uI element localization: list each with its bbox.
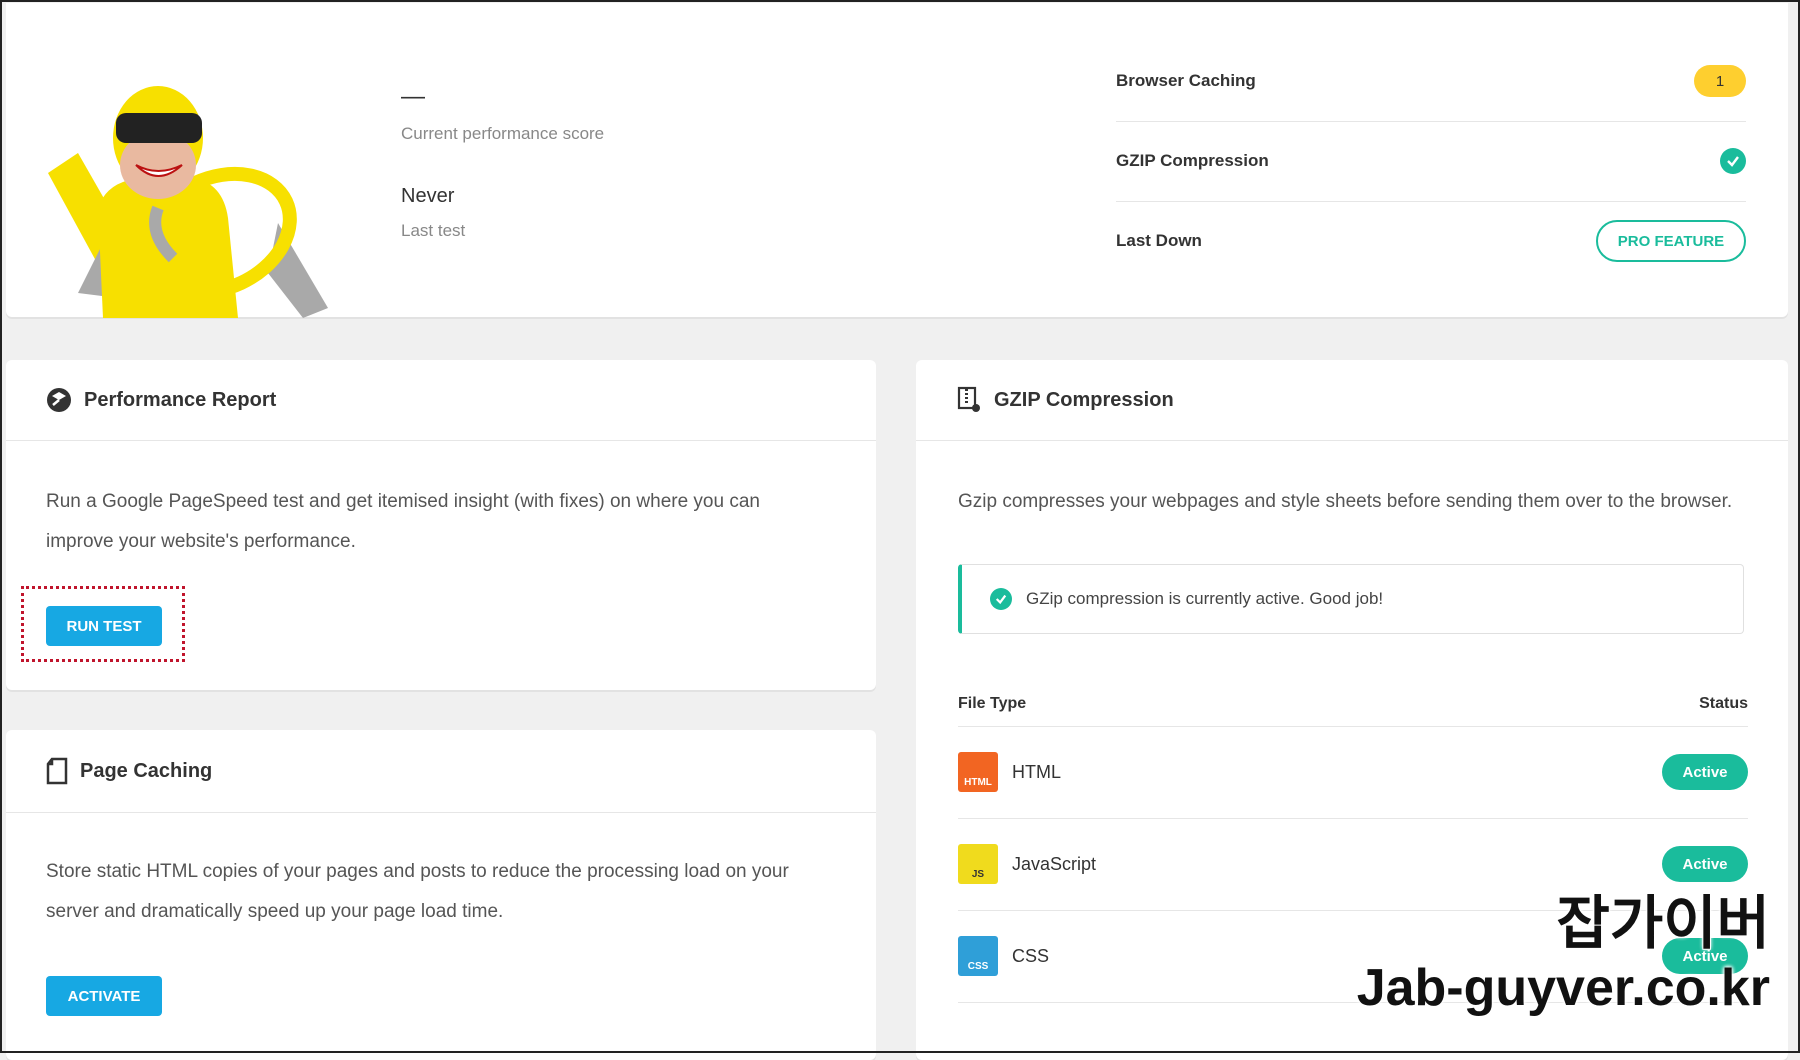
page-caching-header: Page Caching: [6, 730, 876, 813]
issue-count-badge[interactable]: 1: [1694, 65, 1746, 97]
performance-score-value: —: [401, 83, 425, 110]
last-test-value: Never: [401, 185, 455, 207]
file-type-name: JavaScript: [1012, 853, 1097, 874]
status-badge: Active: [1662, 754, 1748, 790]
js-file-icon: JS: [958, 844, 998, 884]
pro-feature-button[interactable]: PRO FEATURE: [1596, 220, 1746, 262]
stat-row-browser-caching: Browser Caching 1: [1116, 41, 1746, 122]
stat-row-last-down: Last Down PRO FEATURE: [1116, 201, 1746, 281]
stat-label: Browser Caching: [1116, 71, 1256, 90]
activate-button[interactable]: ACTIVATE: [46, 976, 162, 1016]
status-badge: Active: [1662, 846, 1748, 882]
watermark: 잡가이버 Jab-guyver.co.kr: [1356, 891, 1771, 1020]
file-type-name: HTML: [1012, 761, 1061, 782]
performance-score-label: Current performance score: [401, 124, 605, 143]
watermark-url: Jab-guyver.co.kr: [1356, 959, 1770, 1017]
gzip-active-notice: GZip compression is currently active. Go…: [958, 564, 1744, 634]
check-icon: [1720, 148, 1746, 174]
performance-report-description: Run a Google PageSpeed test and get item…: [46, 491, 760, 552]
watermark-korean: 잡가이버: [1556, 891, 1771, 957]
summary-card: — Current performance score Never Last t…: [6, 3, 1788, 318]
file-type-name: CSS: [1012, 945, 1050, 966]
highlight-box: [21, 586, 185, 662]
page-caching-description: Store static HTML copies of your pages a…: [46, 861, 789, 922]
css-file-icon: CSS: [958, 936, 998, 976]
notice-message: GZip compression is currently active. Go…: [1026, 589, 1384, 608]
mascot-illustration: [48, 86, 328, 318]
status-column-header: Status: [1699, 695, 1748, 712]
page-caching-title: Page Caching: [80, 759, 213, 782]
html-file-icon: HTML: [958, 752, 998, 792]
file-type-table-header: File Type Status: [958, 682, 1748, 727]
gzip-description: Gzip compresses your webpages and style …: [958, 491, 1733, 512]
table-row-html: HTML HTML Active: [958, 726, 1748, 819]
stat-label: GZIP Compression: [1116, 151, 1269, 170]
file-type-column-header: File Type: [958, 695, 1027, 712]
page-icon: [46, 757, 68, 785]
stat-row-gzip-compression: GZIP Compression: [1116, 121, 1746, 202]
performance-report-header: Performance Report: [6, 360, 876, 441]
gzip-header: GZIP Compression: [916, 360, 1788, 441]
gzip-title: GZIP Compression: [994, 388, 1174, 411]
performance-report-title: Performance Report: [84, 388, 277, 411]
last-test-label: Last test: [401, 221, 466, 240]
zip-file-icon: [957, 386, 980, 412]
check-icon: [990, 588, 1012, 610]
page-caching-card: Page Caching Store static HTML copies of…: [6, 730, 876, 1060]
stat-label: Last Down: [1116, 231, 1202, 250]
performance-icon: [47, 388, 71, 412]
